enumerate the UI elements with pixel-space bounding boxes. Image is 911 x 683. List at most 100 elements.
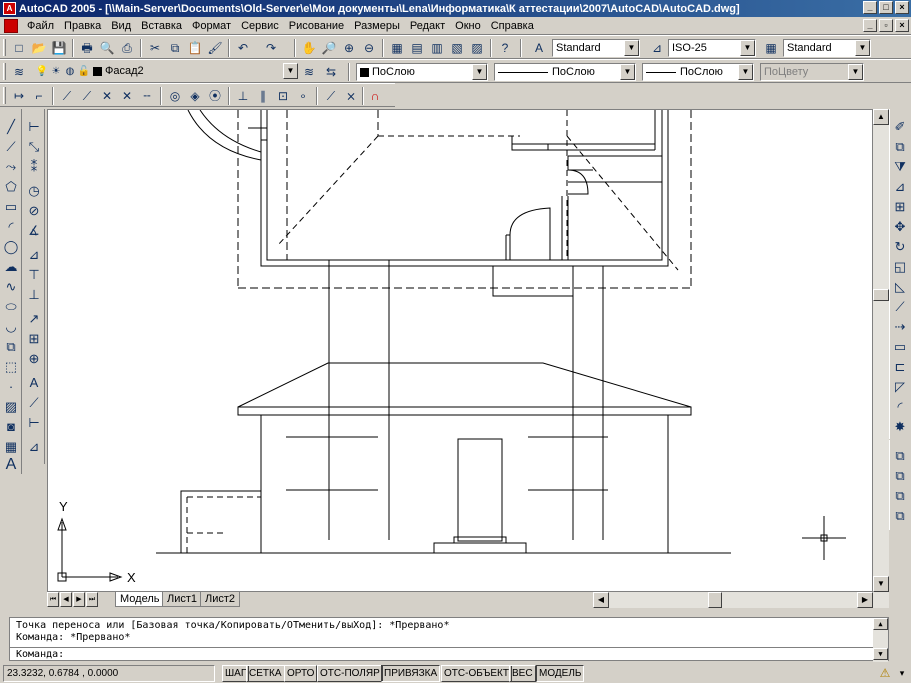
- layer-manager-icon[interactable]: ≋: [10, 63, 28, 81]
- snap-none-icon[interactable]: ⨯: [342, 87, 360, 105]
- menu-help[interactable]: Справка: [486, 20, 539, 32]
- scroll-up-button[interactable]: ▲: [873, 109, 889, 125]
- layer-select[interactable]: Фасад2 ▼: [90, 63, 298, 81]
- move-icon[interactable]: ✥: [890, 217, 910, 237]
- circle-icon[interactable]: ◯: [1, 237, 21, 257]
- dim-style-icon[interactable]: ⊿: [648, 39, 666, 57]
- scroll-down-button[interactable]: ▼: [873, 576, 889, 592]
- cut-icon[interactable]: ✂: [146, 39, 164, 57]
- model-toggle[interactable]: МОДЕЛЬ: [536, 665, 585, 682]
- menu-window[interactable]: Окно: [450, 20, 486, 32]
- zoom-previous-icon[interactable]: ⊖: [360, 39, 378, 57]
- autocad-app-icon[interactable]: A: [3, 2, 16, 15]
- dim-linear-icon[interactable]: ⊢: [24, 117, 44, 137]
- sheet-set-icon[interactable]: ▧: [448, 39, 466, 57]
- stretch-icon[interactable]: ◺: [890, 277, 910, 297]
- mirror-icon[interactable]: ⧩: [890, 157, 910, 177]
- new-icon[interactable]: □: [10, 39, 28, 57]
- dimtedit-icon[interactable]: ⟋: [24, 393, 44, 413]
- break-icon[interactable]: ⊏: [890, 357, 910, 377]
- ellipse-icon[interactable]: ⬭: [1, 297, 21, 317]
- bring-to-front-icon[interactable]: ⧉: [890, 466, 910, 486]
- xline-icon[interactable]: ⟋: [1, 137, 21, 157]
- grid-toggle[interactable]: СЕТКА: [246, 665, 285, 682]
- array-icon[interactable]: ⊞: [890, 197, 910, 217]
- tab-layout2[interactable]: Лист2: [200, 592, 241, 607]
- snap-center-icon[interactable]: ◎: [166, 87, 184, 105]
- dim-style-select[interactable]: ISO-25 ▼: [668, 39, 756, 57]
- snap-perpendicular-icon[interactable]: ⊥: [234, 87, 252, 105]
- chamfer-icon[interactable]: ◸: [890, 377, 910, 397]
- send-to-back-icon[interactable]: ⧉: [890, 486, 910, 506]
- otrack-toggle[interactable]: ОТС-ОБЪЕКТ: [441, 665, 512, 682]
- dim-continue-icon[interactable]: ⊥: [24, 285, 44, 305]
- point-icon[interactable]: ·: [1, 377, 21, 397]
- copy-object-icon[interactable]: ⧉: [890, 137, 910, 157]
- linetype-select[interactable]: ПоСлою ▼: [494, 63, 636, 81]
- qleader-icon[interactable]: ↗: [24, 309, 44, 329]
- tool-palettes-icon[interactable]: ▥: [428, 39, 446, 57]
- menu-insert[interactable]: Вставка: [136, 20, 187, 32]
- color-select[interactable]: ПоСлою ▼: [356, 63, 488, 81]
- snap-tangent-icon[interactable]: ⦿: [206, 87, 224, 105]
- snap-midpoint-icon[interactable]: ⟋: [78, 87, 96, 105]
- scroll-thumb[interactable]: [873, 289, 889, 301]
- dim-baseline-icon[interactable]: ⊤: [24, 265, 44, 285]
- make-block-icon[interactable]: ⬚: [1, 357, 21, 377]
- menu-tools[interactable]: Сервис: [236, 20, 284, 32]
- zoom-realtime-icon[interactable]: 🔎: [320, 39, 338, 57]
- coordinates-readout[interactable]: 23.3232, 0.6784 , 0.0000: [3, 665, 215, 682]
- print-icon[interactable]: 🖶: [78, 39, 96, 57]
- match-properties-icon[interactable]: 🖌: [206, 39, 224, 57]
- table-style-icon[interactable]: ▦: [762, 39, 780, 57]
- doc-close-button[interactable]: ×: [895, 19, 909, 32]
- fillet-icon[interactable]: ◜: [890, 397, 910, 417]
- document-icon[interactable]: [4, 18, 18, 33]
- close-button[interactable]: ×: [895, 1, 909, 14]
- dim-style-manager-icon[interactable]: ⊿: [24, 437, 44, 457]
- polygon-icon[interactable]: ⬠: [1, 177, 21, 197]
- menu-edit[interactable]: Правка: [59, 20, 106, 32]
- command-input[interactable]: Команда:: [10, 647, 874, 660]
- bring-above-icon[interactable]: ⧉: [890, 506, 910, 526]
- horizontal-scrollbar[interactable]: ◀ ▶: [593, 592, 889, 608]
- properties-icon[interactable]: ▦: [388, 39, 406, 57]
- statusbar-menu-icon[interactable]: ▾: [896, 665, 908, 682]
- ortho-toggle[interactable]: ОРТО: [284, 665, 318, 682]
- hatch-icon[interactable]: ▨: [1, 397, 21, 417]
- command-window[interactable]: Точка переноса или [Базовая точка/Копиро…: [9, 617, 889, 662]
- doc-restore-button[interactable]: ▫: [879, 19, 893, 32]
- command-scrollbar[interactable]: ▲ ▼: [873, 618, 888, 662]
- tab-next-button[interactable]: ▶: [73, 592, 85, 607]
- tracking-icon[interactable]: ↦: [10, 87, 28, 105]
- scale-icon[interactable]: ◱: [890, 257, 910, 277]
- dim-ordinate-icon[interactable]: ⁑: [24, 157, 44, 177]
- make-current-icon[interactable]: ≋: [300, 63, 318, 81]
- menu-draw[interactable]: Рисование: [284, 20, 349, 32]
- copy-icon[interactable]: ⧉: [166, 39, 184, 57]
- layer-previous-icon[interactable]: ⇆: [322, 63, 340, 81]
- publish-icon[interactable]: ⎙: [118, 39, 136, 57]
- help-icon[interactable]: ?: [496, 39, 514, 57]
- menu-modify[interactable]: Редакт: [405, 20, 450, 32]
- dim-update-icon[interactable]: ⊢: [24, 413, 44, 433]
- insert-block-icon[interactable]: ⧉: [1, 337, 21, 357]
- dim-aligned-icon[interactable]: ⤡: [24, 137, 44, 157]
- from-icon[interactable]: ⌐: [30, 87, 48, 105]
- dim-diameter-icon[interactable]: ⊘: [24, 201, 44, 221]
- snap-nearest-icon[interactable]: ⟋: [322, 87, 340, 105]
- design-center-icon[interactable]: ▤: [408, 39, 426, 57]
- snap-insert-icon[interactable]: ⊡: [274, 87, 292, 105]
- vertical-scrollbar[interactable]: ▲ ▼: [873, 109, 889, 592]
- paste-icon[interactable]: 📋: [186, 39, 204, 57]
- osnap-toggle[interactable]: ПРИВЯЗКА: [381, 665, 441, 682]
- undo-icon[interactable]: ↶: [234, 39, 252, 57]
- lineweight-toggle[interactable]: ВЕС: [509, 665, 536, 682]
- tolerance-icon[interactable]: ⊞: [24, 329, 44, 349]
- osnap-settings-icon[interactable]: ∩: [366, 87, 384, 105]
- polar-toggle[interactable]: ОТС-ПОЛЯР: [317, 665, 383, 682]
- ellipse-arc-icon[interactable]: ◡: [1, 317, 21, 337]
- snap-node-icon[interactable]: ∘: [294, 87, 312, 105]
- menu-file[interactable]: Файл: [22, 20, 59, 32]
- line-icon[interactable]: ╱: [1, 117, 21, 137]
